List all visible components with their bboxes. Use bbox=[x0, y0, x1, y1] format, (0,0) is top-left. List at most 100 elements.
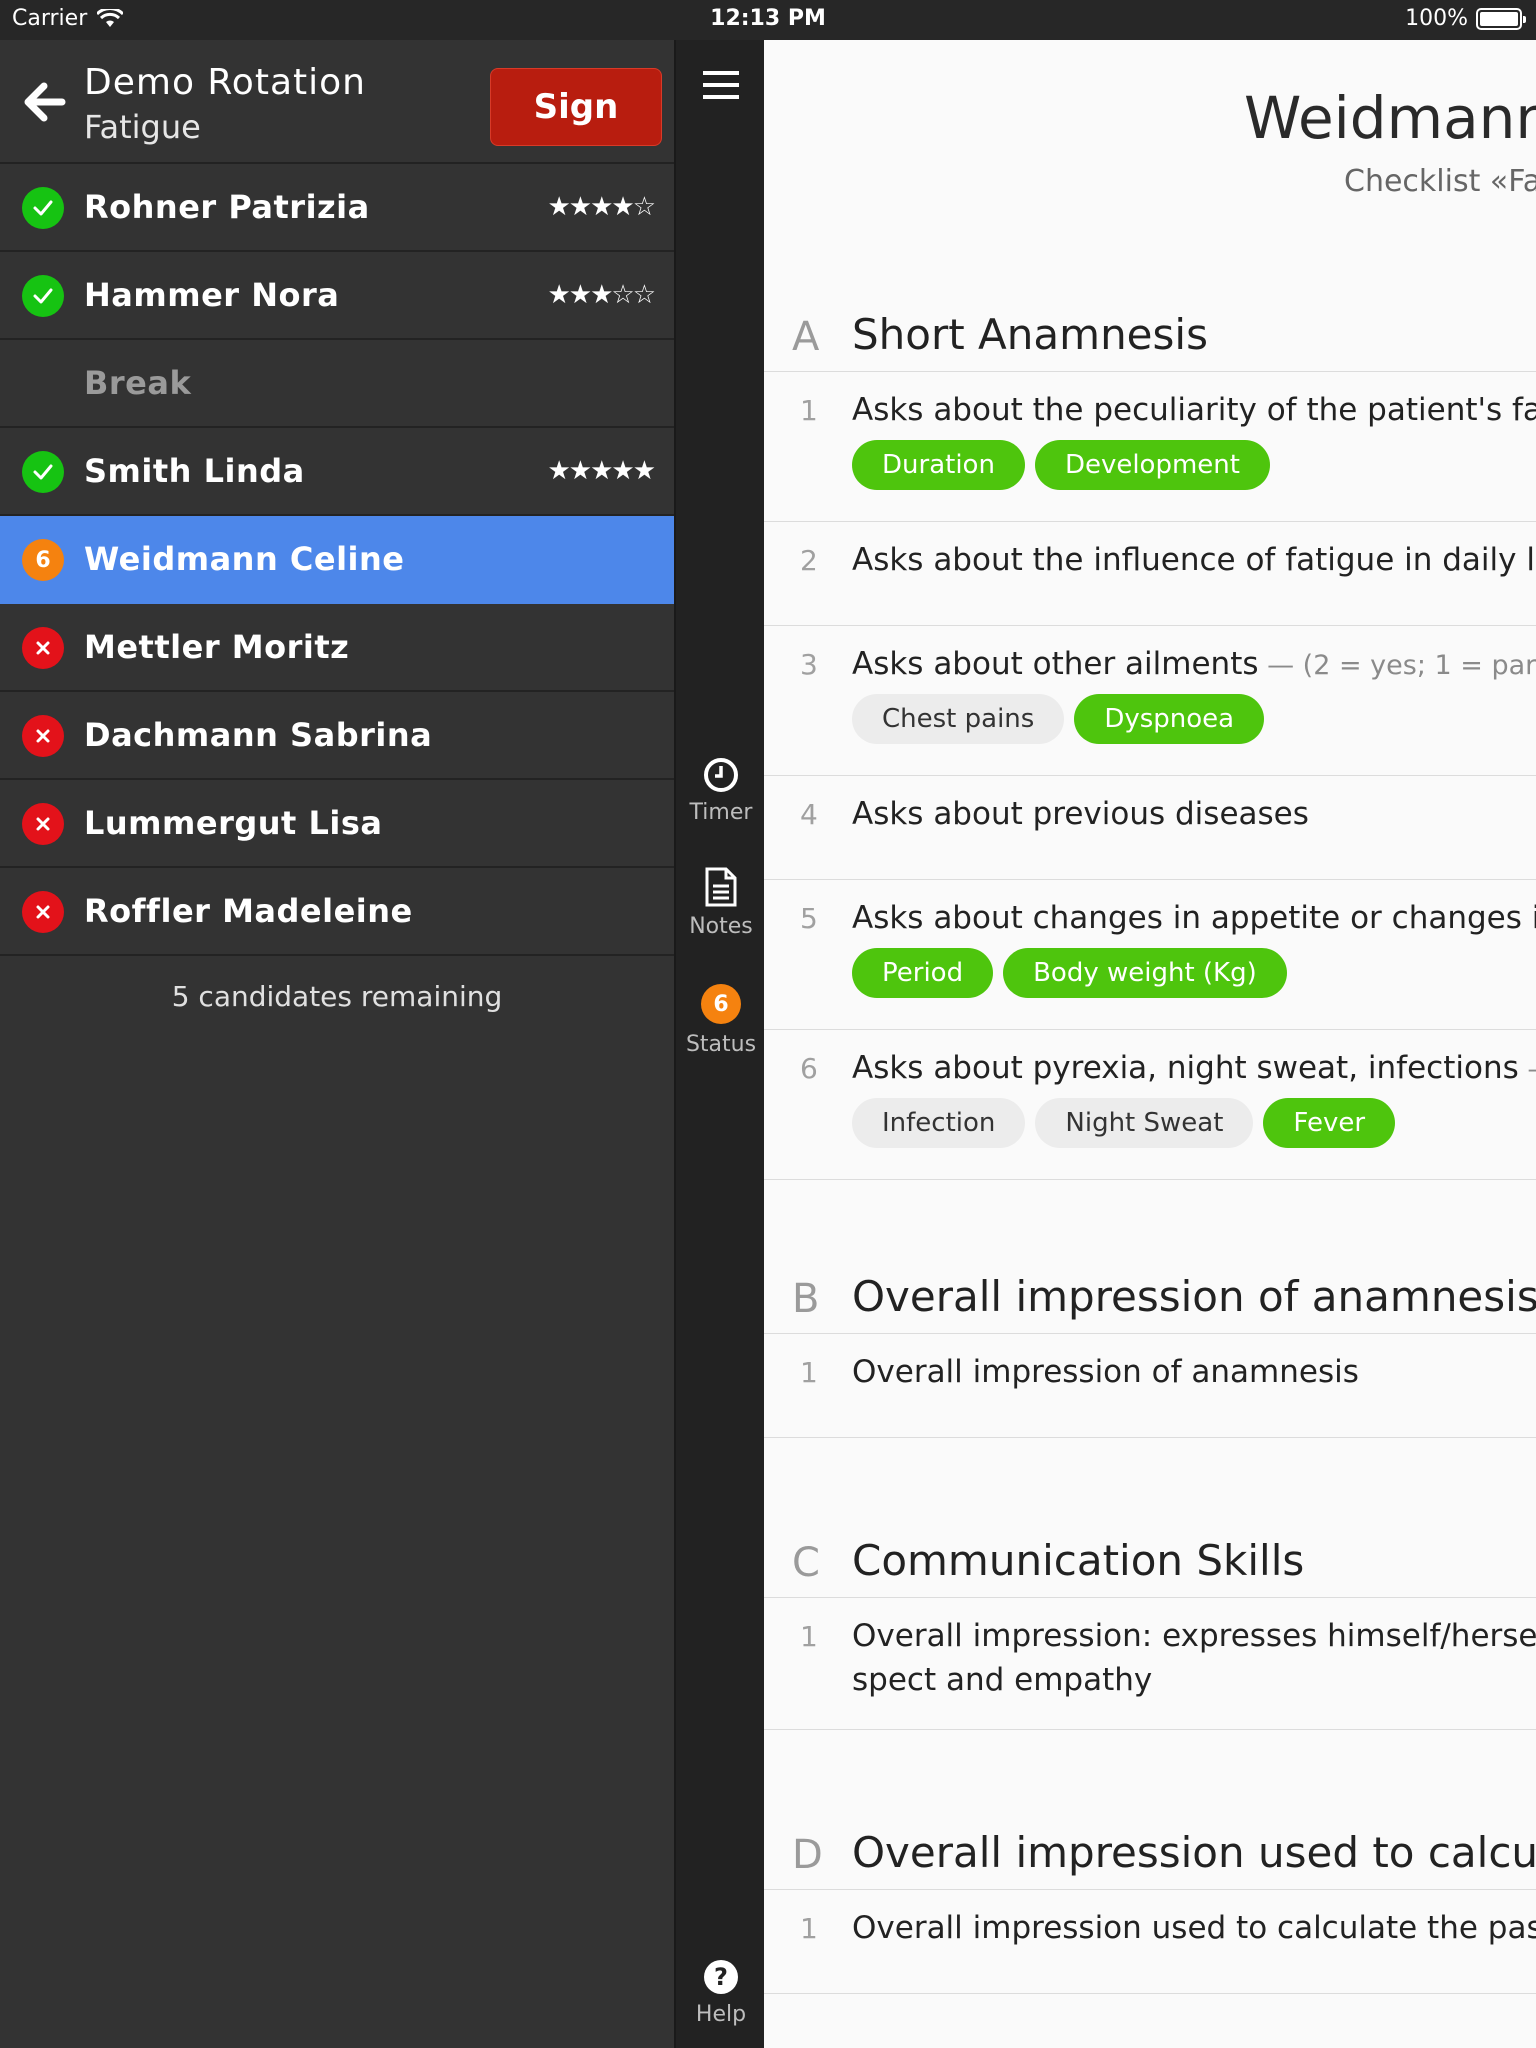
section-letter: A bbox=[792, 314, 820, 360]
candidate-name: Weidmann Celine bbox=[84, 540, 405, 578]
item-label: Asks about other ailments bbox=[852, 646, 1259, 682]
tag-chip[interactable]: Body weight (Kg) bbox=[1003, 948, 1287, 998]
current-badge: 6 bbox=[22, 539, 64, 581]
section-header: D Overall impression used to calcula bbox=[764, 1812, 1536, 1890]
sign-button[interactable]: Sign bbox=[490, 68, 662, 146]
checklist-item[interactable]: 1 Asks about the peculiarity of the patie… bbox=[764, 372, 1536, 522]
status-badge: 6 bbox=[701, 984, 741, 1024]
item-label: Overall impression of anamnesis bbox=[852, 1354, 1359, 1390]
item-label: Overall impression used to calculate the… bbox=[852, 1910, 1536, 1946]
candidate-name: Smith Linda bbox=[84, 452, 305, 490]
section-letter: D bbox=[792, 1832, 823, 1878]
status-button[interactable]: 6 Status bbox=[676, 984, 766, 1057]
candidate-row[interactable]: Mettler Moritz bbox=[0, 604, 674, 692]
notes-label: Notes bbox=[689, 914, 753, 939]
item-text: Asks about changes in appetite or change… bbox=[852, 896, 1536, 940]
section-title: Short Anamnesis bbox=[852, 310, 1208, 359]
item-label: Asks about the peculiarity of the patien… bbox=[852, 392, 1536, 428]
status-bar: Carrier 12:13 PM 100% bbox=[0, 0, 1536, 40]
item-text: Asks about the peculiarity of the patien… bbox=[852, 388, 1536, 432]
section-title: Communication Skills bbox=[852, 1536, 1305, 1585]
checklist-section: D Overall impression used to calcula 1 Over… bbox=[764, 1812, 1536, 1994]
checkmark-icon bbox=[22, 451, 64, 493]
item-text: Overall impression used to calculate the… bbox=[852, 1906, 1536, 1950]
candidate-name: Dachmann Sabrina bbox=[84, 716, 433, 754]
rotation-header: Demo Rotation Fatigue Sign bbox=[0, 40, 674, 164]
checklist-item[interactable]: 1 Overall impression: expresses himself/h… bbox=[764, 1598, 1536, 1730]
notes-button[interactable]: Notes bbox=[676, 866, 766, 939]
candidate-name: Lummergut Lisa bbox=[84, 804, 383, 842]
checklist-item[interactable]: 1 Overall impression of anamnesis bbox=[764, 1334, 1536, 1438]
item-number: 1 bbox=[800, 394, 818, 427]
section-title: Overall impression of anamnesis bbox=[852, 1272, 1536, 1321]
tag-chip[interactable]: Fever bbox=[1263, 1098, 1396, 1148]
item-number: 1 bbox=[800, 1356, 818, 1389]
tag-group: Duration Development bbox=[852, 440, 1270, 490]
checkmark-icon bbox=[22, 187, 64, 229]
menu-icon[interactable] bbox=[703, 70, 739, 100]
candidate-name: Rohner Patrizia bbox=[84, 188, 370, 226]
section-letter: B bbox=[792, 1276, 820, 1322]
item-label-continued: spect and empathy bbox=[852, 1662, 1153, 1698]
item-text: Overall impression of anamnesis bbox=[852, 1350, 1359, 1394]
status-time: 12:13 PM bbox=[710, 6, 826, 31]
battery-percent: 100% bbox=[1405, 6, 1468, 31]
candidate-row[interactable]: 6 Weidmann Celine bbox=[0, 516, 674, 604]
item-label: Asks about changes in appetite or change… bbox=[852, 900, 1536, 936]
checkmark-icon bbox=[22, 275, 64, 317]
item-text: Asks about pyrexia, night sweat, infecti… bbox=[852, 1046, 1536, 1092]
tag-chip[interactable]: Development bbox=[1034, 440, 1270, 490]
tag-chip[interactable]: Period bbox=[852, 948, 994, 998]
rotation-subtitle: Fatigue bbox=[84, 108, 201, 146]
tag-chip[interactable]: Night Sweat bbox=[1035, 1098, 1254, 1148]
section-header: C Communication Skills bbox=[764, 1520, 1536, 1598]
checklist-item[interactable]: 3 Asks about other ailments — (2 = yes; 1… bbox=[764, 626, 1536, 776]
timer-button[interactable]: Timer bbox=[676, 756, 766, 825]
checklist-section: C Communication Skills 1 Overall impression… bbox=[764, 1520, 1536, 1730]
checklist-item[interactable]: 6 Asks about pyrexia, night sweat, infect… bbox=[764, 1030, 1536, 1180]
tag-chip[interactable]: Chest pains bbox=[852, 694, 1065, 744]
candidate-row[interactable]: Smith Linda ★★★★★ bbox=[0, 428, 674, 516]
tag-chip[interactable]: Duration bbox=[852, 440, 1025, 490]
checklist-item[interactable]: 2 Asks about the influence of fatigue in … bbox=[764, 522, 1536, 626]
help-button[interactable]: ? Help bbox=[676, 1958, 766, 2027]
candidate-row[interactable]: Roffler Madeleine bbox=[0, 868, 674, 956]
item-text: Asks about previous diseases bbox=[852, 792, 1309, 836]
remaining-count: 5 candidates remaining bbox=[171, 980, 503, 1013]
candidate-name: Mettler Moritz bbox=[84, 628, 350, 666]
item-text: Asks about the influence of fatigue in d… bbox=[852, 538, 1536, 582]
app-screen: Carrier 12:13 PM 100% Demo Rotation Fati… bbox=[0, 0, 1536, 2048]
rating-stars: ★★★★☆ bbox=[547, 192, 656, 222]
checklist-item[interactable]: 4 Asks about previous diseases bbox=[764, 776, 1536, 880]
candidate-row[interactable]: Rohner Patrizia ★★★★☆ bbox=[0, 164, 674, 252]
section-header: A Short Anamnesis bbox=[764, 294, 1536, 372]
checklist-item[interactable]: 1 Overall impression used to calculate th… bbox=[764, 1890, 1536, 1994]
back-arrow-icon[interactable] bbox=[22, 80, 66, 124]
candidate-name: Hammer Nora bbox=[84, 276, 340, 314]
rotation-title: Demo Rotation bbox=[84, 62, 366, 103]
candidate-row[interactable]: Lummergut Lisa bbox=[0, 780, 674, 868]
section-title: Overall impression used to calcula bbox=[852, 1828, 1536, 1877]
item-hint: — (2 = yes; 1 = partially) bbox=[1267, 650, 1536, 681]
candidate-row[interactable]: Dachmann Sabrina bbox=[0, 692, 674, 780]
checklist-panel: Weidmann Checklist «Fa A Short Anamnesis 1… bbox=[764, 40, 1536, 2048]
timer-label: Timer bbox=[689, 800, 753, 825]
item-label: Asks about the influence of fatigue in d… bbox=[852, 542, 1536, 578]
rating-stars: ★★★☆☆ bbox=[547, 280, 656, 310]
candidate-row[interactable]: Hammer Nora ★★★☆☆ bbox=[0, 252, 674, 340]
help-icon: ? bbox=[704, 1960, 738, 1994]
item-text: Asks about other ailments — (2 = yes; 1 … bbox=[852, 642, 1536, 688]
tag-chip[interactable]: Infection bbox=[852, 1098, 1026, 1148]
candidate-list: Rohner Patrizia ★★★★☆ Hammer Nora ★★★☆☆ Brea… bbox=[0, 164, 674, 956]
checklist-item[interactable]: 5 Asks about changes in appetite or chang… bbox=[764, 880, 1536, 1030]
svg-text:?: ? bbox=[714, 1963, 728, 1991]
checklist-section: A Short Anamnesis 1 Asks about the peculiar… bbox=[764, 294, 1536, 1180]
tag-chip[interactable]: Dyspnoea bbox=[1074, 694, 1265, 744]
item-number: 1 bbox=[800, 1620, 818, 1653]
item-number: 1 bbox=[800, 1912, 818, 1945]
checklist-section: B Overall impression of anamnesis 1 Overall… bbox=[764, 1256, 1536, 1438]
candidate-name: Break bbox=[84, 364, 192, 402]
cross-icon bbox=[22, 627, 64, 669]
break-row[interactable]: Break bbox=[0, 340, 674, 428]
notes-icon bbox=[705, 867, 737, 907]
